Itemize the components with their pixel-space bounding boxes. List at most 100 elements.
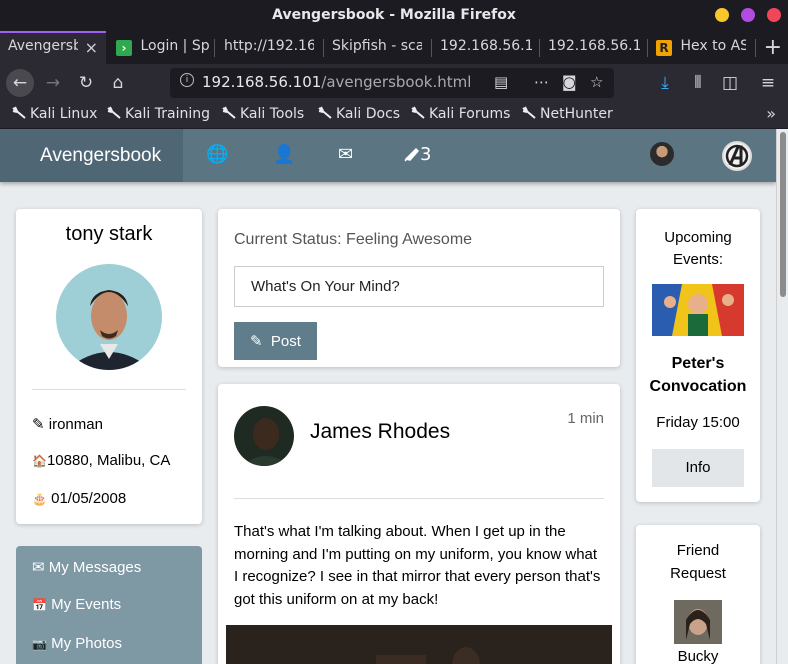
bookmark-label: Kali Training: [125, 106, 210, 122]
app-navbar: Avengersbook 🌐 👤 ✉ 3: [0, 129, 776, 182]
post-divider: [234, 498, 604, 499]
post-image-content: [226, 625, 612, 664]
side-menu: ✉ My Messages 📅 My Events 📷 My Photos: [16, 546, 202, 664]
camera-icon: 📷: [32, 637, 47, 651]
bookmark-label: Kali Tools: [240, 106, 305, 122]
post-time: 1 min: [567, 410, 604, 427]
downloads-icon[interactable]: ⤓: [651, 69, 679, 97]
url-bar[interactable]: i 192.168.56.101/avengersbook.html ▤ ⋯ ◙…: [170, 68, 614, 98]
post-button[interactable]: ✎ Post: [234, 322, 317, 360]
window-title: Avengersbook - Mozilla Firefox: [272, 7, 516, 23]
url-path: /avengersbook.html: [321, 73, 472, 91]
post-author-avatar[interactable]: [234, 406, 294, 466]
menu-item-messages[interactable]: ✉ My Messages: [32, 558, 141, 576]
tab-avengersbook[interactable]: Avengersbook ×: [0, 31, 106, 64]
friend-avatar[interactable]: [650, 142, 674, 166]
menu-item-label: My Events: [51, 596, 122, 613]
menu-icon[interactable]: ≡: [754, 69, 782, 97]
tab-label: 192.168.56.10: [440, 38, 532, 54]
profile-address: 10880, Malibu, CA: [46, 452, 171, 469]
reader-view-icon[interactable]: ▤: [494, 73, 508, 91]
page-actions-icon[interactable]: ⋯: [534, 73, 549, 91]
friend-request-heading: Friend Request: [670, 542, 726, 582]
profile-card: tony stark ✎ ironman 🏠10880, Malibu, CA …: [16, 209, 202, 524]
tab-label: 192.168.56.10: [548, 38, 640, 54]
friend-request-image: [674, 600, 722, 644]
back-button[interactable]: ←: [6, 69, 34, 97]
post-text: That's what I'm talking about. When I ge…: [234, 523, 601, 608]
kali-dragon-icon: [222, 106, 236, 119]
friend-request-name[interactable]: Bucky: [636, 648, 760, 664]
sidebar-icon[interactable]: ◫: [716, 69, 744, 97]
bookmark-kali-training[interactable]: Kali Training: [107, 106, 210, 122]
scrollbar-thumb[interactable]: [780, 132, 786, 297]
tab-skipfish[interactable]: Skipfish - sca: [324, 31, 432, 64]
home-button[interactable]: ⌂: [104, 69, 132, 97]
event-image[interactable]: [652, 284, 744, 336]
more-bookmarks-icon[interactable]: »: [766, 104, 776, 123]
post-image[interactable]: [226, 625, 612, 664]
pocket-icon[interactable]: ◙: [562, 73, 577, 91]
profile-address-row: 🏠10880, Malibu, CA: [32, 452, 170, 469]
kali-dragon-icon: [411, 106, 425, 119]
event-info-button[interactable]: Info: [652, 449, 744, 487]
friend-request-card: Friend Request Bucky: [636, 525, 760, 664]
profile-photo: [56, 264, 162, 370]
bookmark-kali-linux[interactable]: Kali Linux: [12, 106, 97, 122]
bookmark-label: Kali Linux: [30, 106, 98, 122]
bookmark-nethunter[interactable]: NetHunter: [522, 106, 613, 122]
brand-link[interactable]: Avengersbook: [0, 129, 183, 182]
close-tab-icon[interactable]: ×: [85, 38, 98, 57]
menu-item-photos[interactable]: 📷 My Photos: [32, 635, 122, 652]
menu-item-label: My Messages: [48, 559, 142, 576]
tab-http[interactable]: http://192.16: [216, 31, 324, 64]
avengers-logo-avatar[interactable]: [722, 141, 752, 171]
tab-login[interactable]: › Login | Sp: [108, 31, 215, 64]
status-card: Current Status: Feeling Awesome What's O…: [218, 209, 620, 367]
notifications-icon[interactable]: 3: [404, 144, 431, 165]
page-viewport: Avengersbook 🌐 👤 ✉ 3 tony stark ✎ ironma: [0, 129, 776, 664]
minimize-button[interactable]: [715, 8, 729, 22]
tab-hex-to-ascii[interactable]: R Hex to AS: [648, 31, 756, 64]
reload-button[interactable]: ↻: [72, 69, 100, 97]
user-icon[interactable]: 👤: [273, 144, 295, 165]
menu-item-label: My Photos: [51, 635, 122, 652]
url-text: 192.168.56.101/avengersbook.html: [202, 73, 471, 91]
new-tab-button[interactable]: +: [764, 35, 782, 60]
globe-icon[interactable]: 🌐: [206, 144, 228, 165]
window-titlebar: Avengersbook - Mozilla Firefox: [0, 0, 788, 31]
navigation-toolbar: ← → ↻ ⌂ i 192.168.56.101/avengersbook.ht…: [0, 64, 788, 102]
forward-button[interactable]: →: [39, 69, 67, 97]
menu-item-events[interactable]: 📅 My Events: [32, 596, 121, 613]
tab-ip-1[interactable]: 192.168.56.10: [432, 31, 540, 64]
bookmarks-toolbar: Kali Linux Kali Training Kali Tools Kali…: [0, 102, 788, 129]
post-author-name[interactable]: James Rhodes: [310, 420, 450, 444]
maximize-button[interactable]: [741, 8, 755, 22]
kali-dragon-icon: [12, 106, 26, 119]
tab-ip-2[interactable]: 192.168.56.10: [540, 31, 648, 64]
bell-icon: [404, 147, 420, 162]
calendar-icon: 📅: [32, 598, 47, 612]
profile-username-row: ✎ ironman: [32, 415, 103, 433]
bookmark-kali-docs[interactable]: Kali Docs: [318, 106, 400, 122]
terminal-favicon-icon: ›: [116, 40, 132, 56]
tab-label: Skipfish - sca: [332, 38, 422, 54]
upcoming-events-card: Upcoming Events: Peter's Convocation Frida…: [636, 209, 760, 502]
kali-dragon-icon: [318, 106, 332, 119]
page-scrollbar[interactable]: [776, 129, 788, 664]
status-input[interactable]: What's On Your Mind?: [234, 266, 604, 307]
bookmark-label: Kali Docs: [336, 106, 401, 122]
envelope-icon[interactable]: ✉: [338, 144, 353, 165]
bookmark-kali-forums[interactable]: Kali Forums: [411, 106, 510, 122]
close-window-button[interactable]: [767, 8, 781, 22]
event-comic-image: [652, 284, 744, 336]
kali-dragon-icon: [107, 106, 121, 119]
friend-request-avatar[interactable]: [674, 600, 722, 644]
bookmark-kali-tools[interactable]: Kali Tools: [222, 106, 304, 122]
current-status: Current Status: Feeling Awesome: [234, 231, 473, 248]
tab-label: Hex to AS: [680, 38, 747, 54]
site-info-icon[interactable]: i: [180, 73, 194, 87]
tab-label: Avengersbook: [8, 38, 78, 54]
library-icon[interactable]: ⫴: [684, 69, 712, 97]
bookmark-star-icon[interactable]: ☆: [590, 73, 603, 91]
